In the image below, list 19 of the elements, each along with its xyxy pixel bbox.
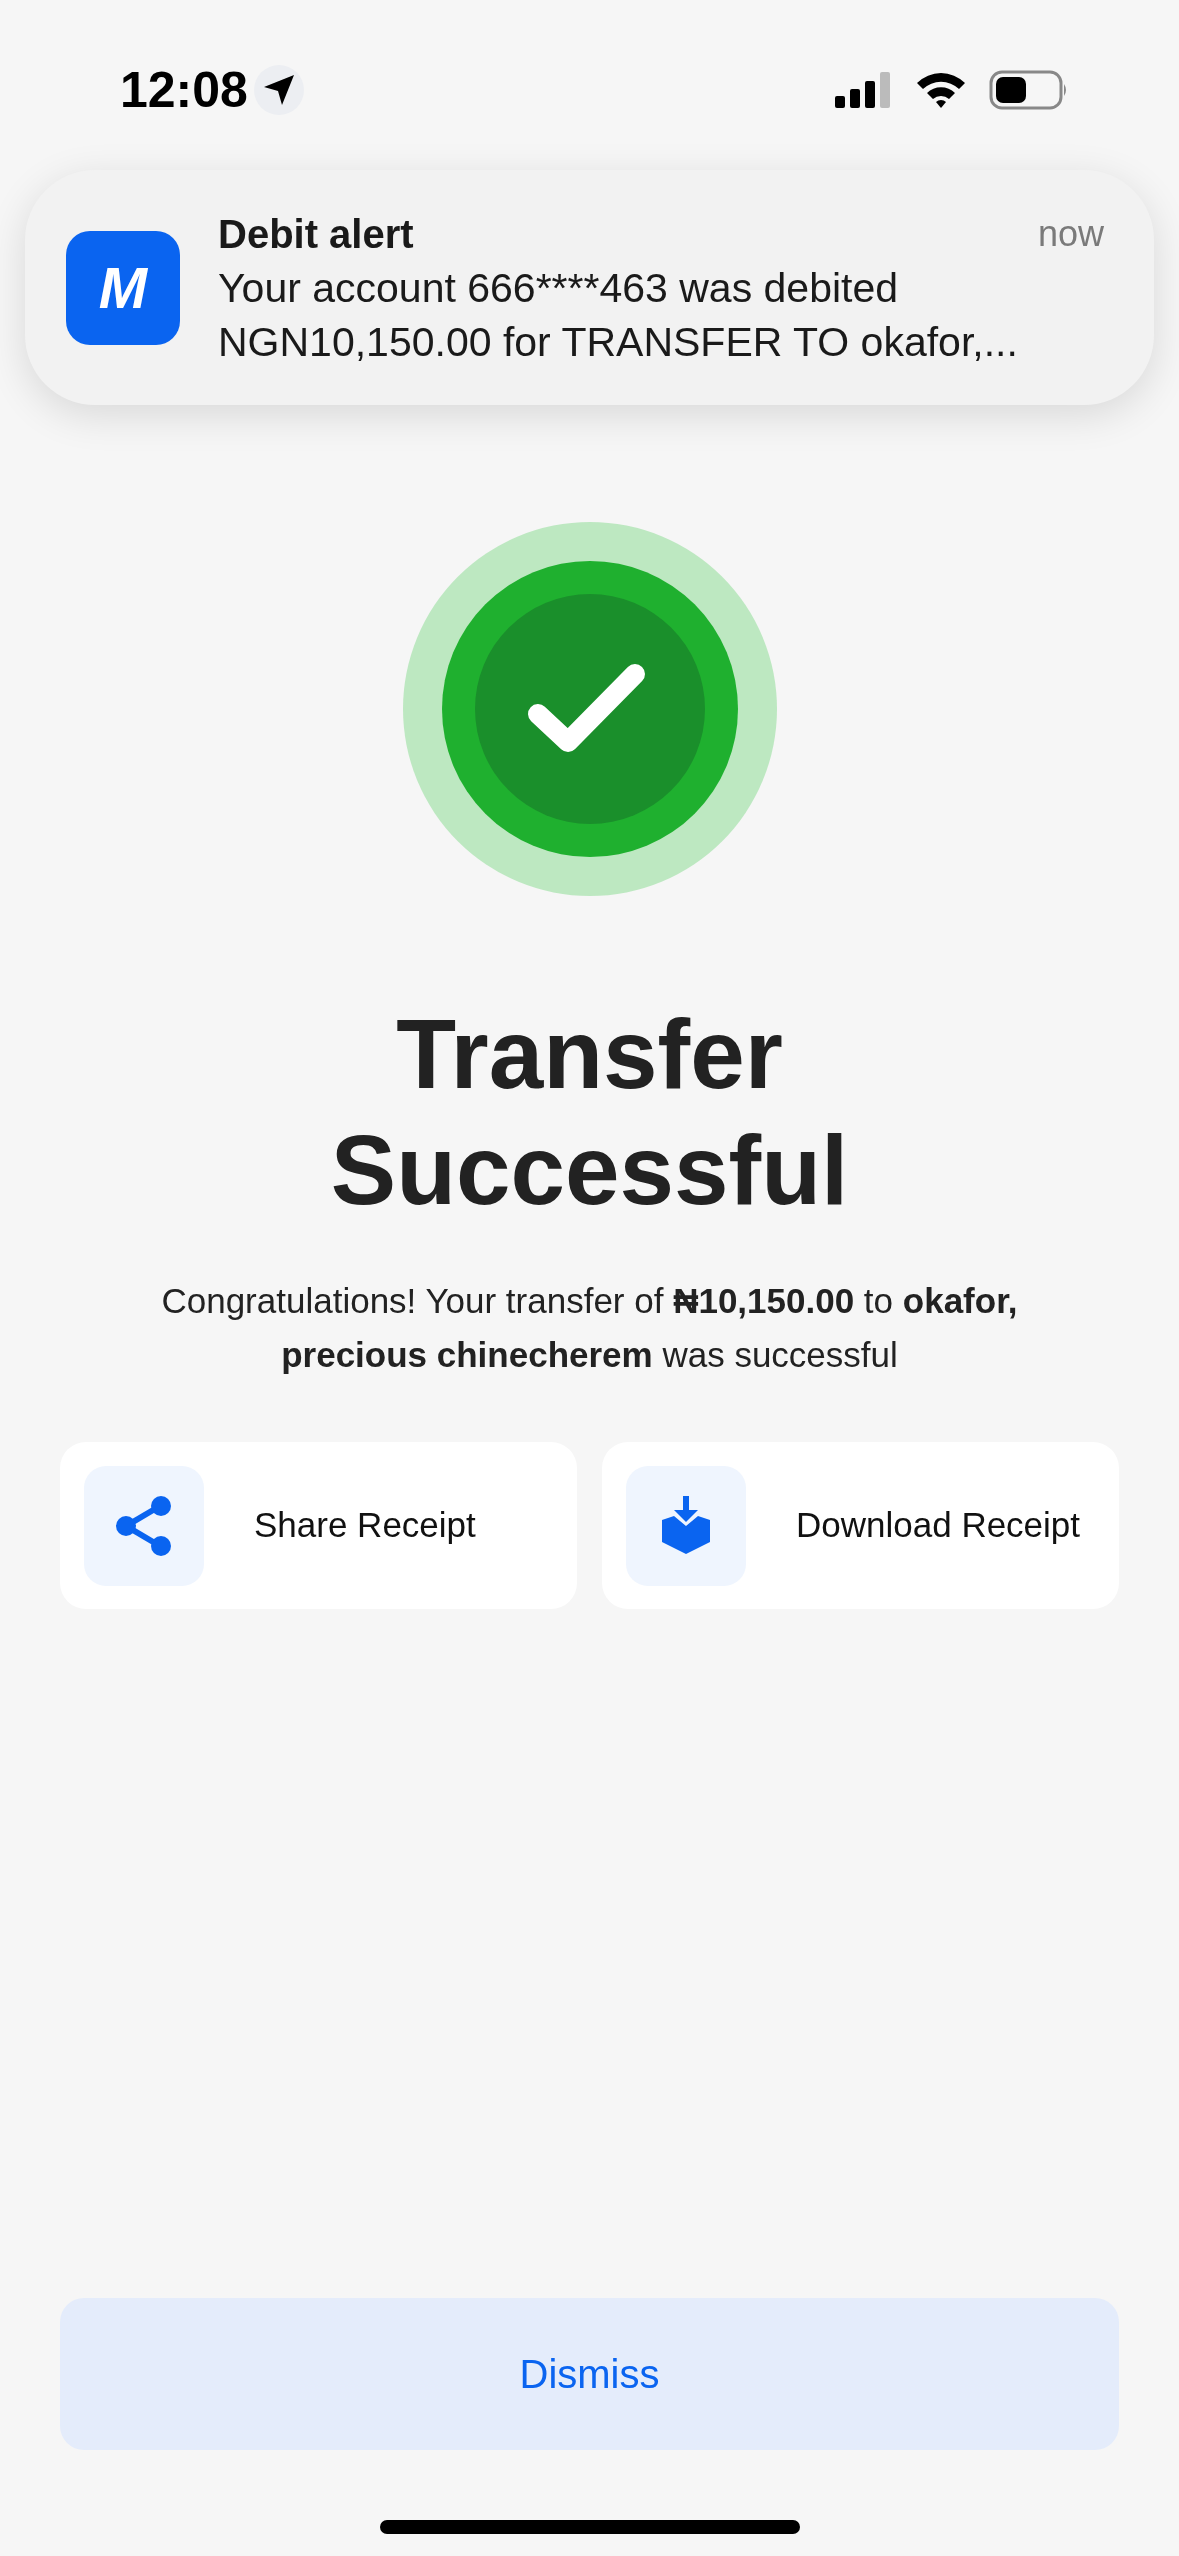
notification-time: now	[1037, 211, 1104, 256]
share-receipt-button[interactable]: Share Receipt	[60, 1442, 577, 1609]
result-title: Successful	[330, 1114, 849, 1227]
result-title: Transfer	[396, 998, 783, 1111]
dismiss-button[interactable]: Dismiss	[60, 2298, 1119, 2450]
share-icon	[114, 1495, 174, 1556]
download-box-icon	[660, 1495, 712, 1556]
app-icon: M	[66, 230, 180, 345]
notification-text: Your account 666****463 was debited	[218, 263, 900, 313]
download-receipt-button[interactable]: Download Receipt	[602, 1442, 1119, 1609]
wifi-icon	[915, 71, 967, 109]
notification-title: Debit alert	[218, 210, 414, 258]
notification-card[interactable]: M Debit alert now Your account 666****463 was debited NGN10,150.00 for TRANSFER TO okafor,...	[25, 170, 1154, 405]
signal-icon	[835, 72, 893, 108]
success-check-icon	[402, 522, 777, 896]
status-time: 12:08	[120, 60, 248, 120]
notification-text: NGN10,150.00 for TRANSFER TO okafor,...	[218, 317, 1019, 367]
result-message: Congratulations! Your transfer of ₦10,150.00 to okafor, precious chinecherem was successful	[160, 1280, 1019, 1376]
battery-icon	[989, 70, 1069, 110]
